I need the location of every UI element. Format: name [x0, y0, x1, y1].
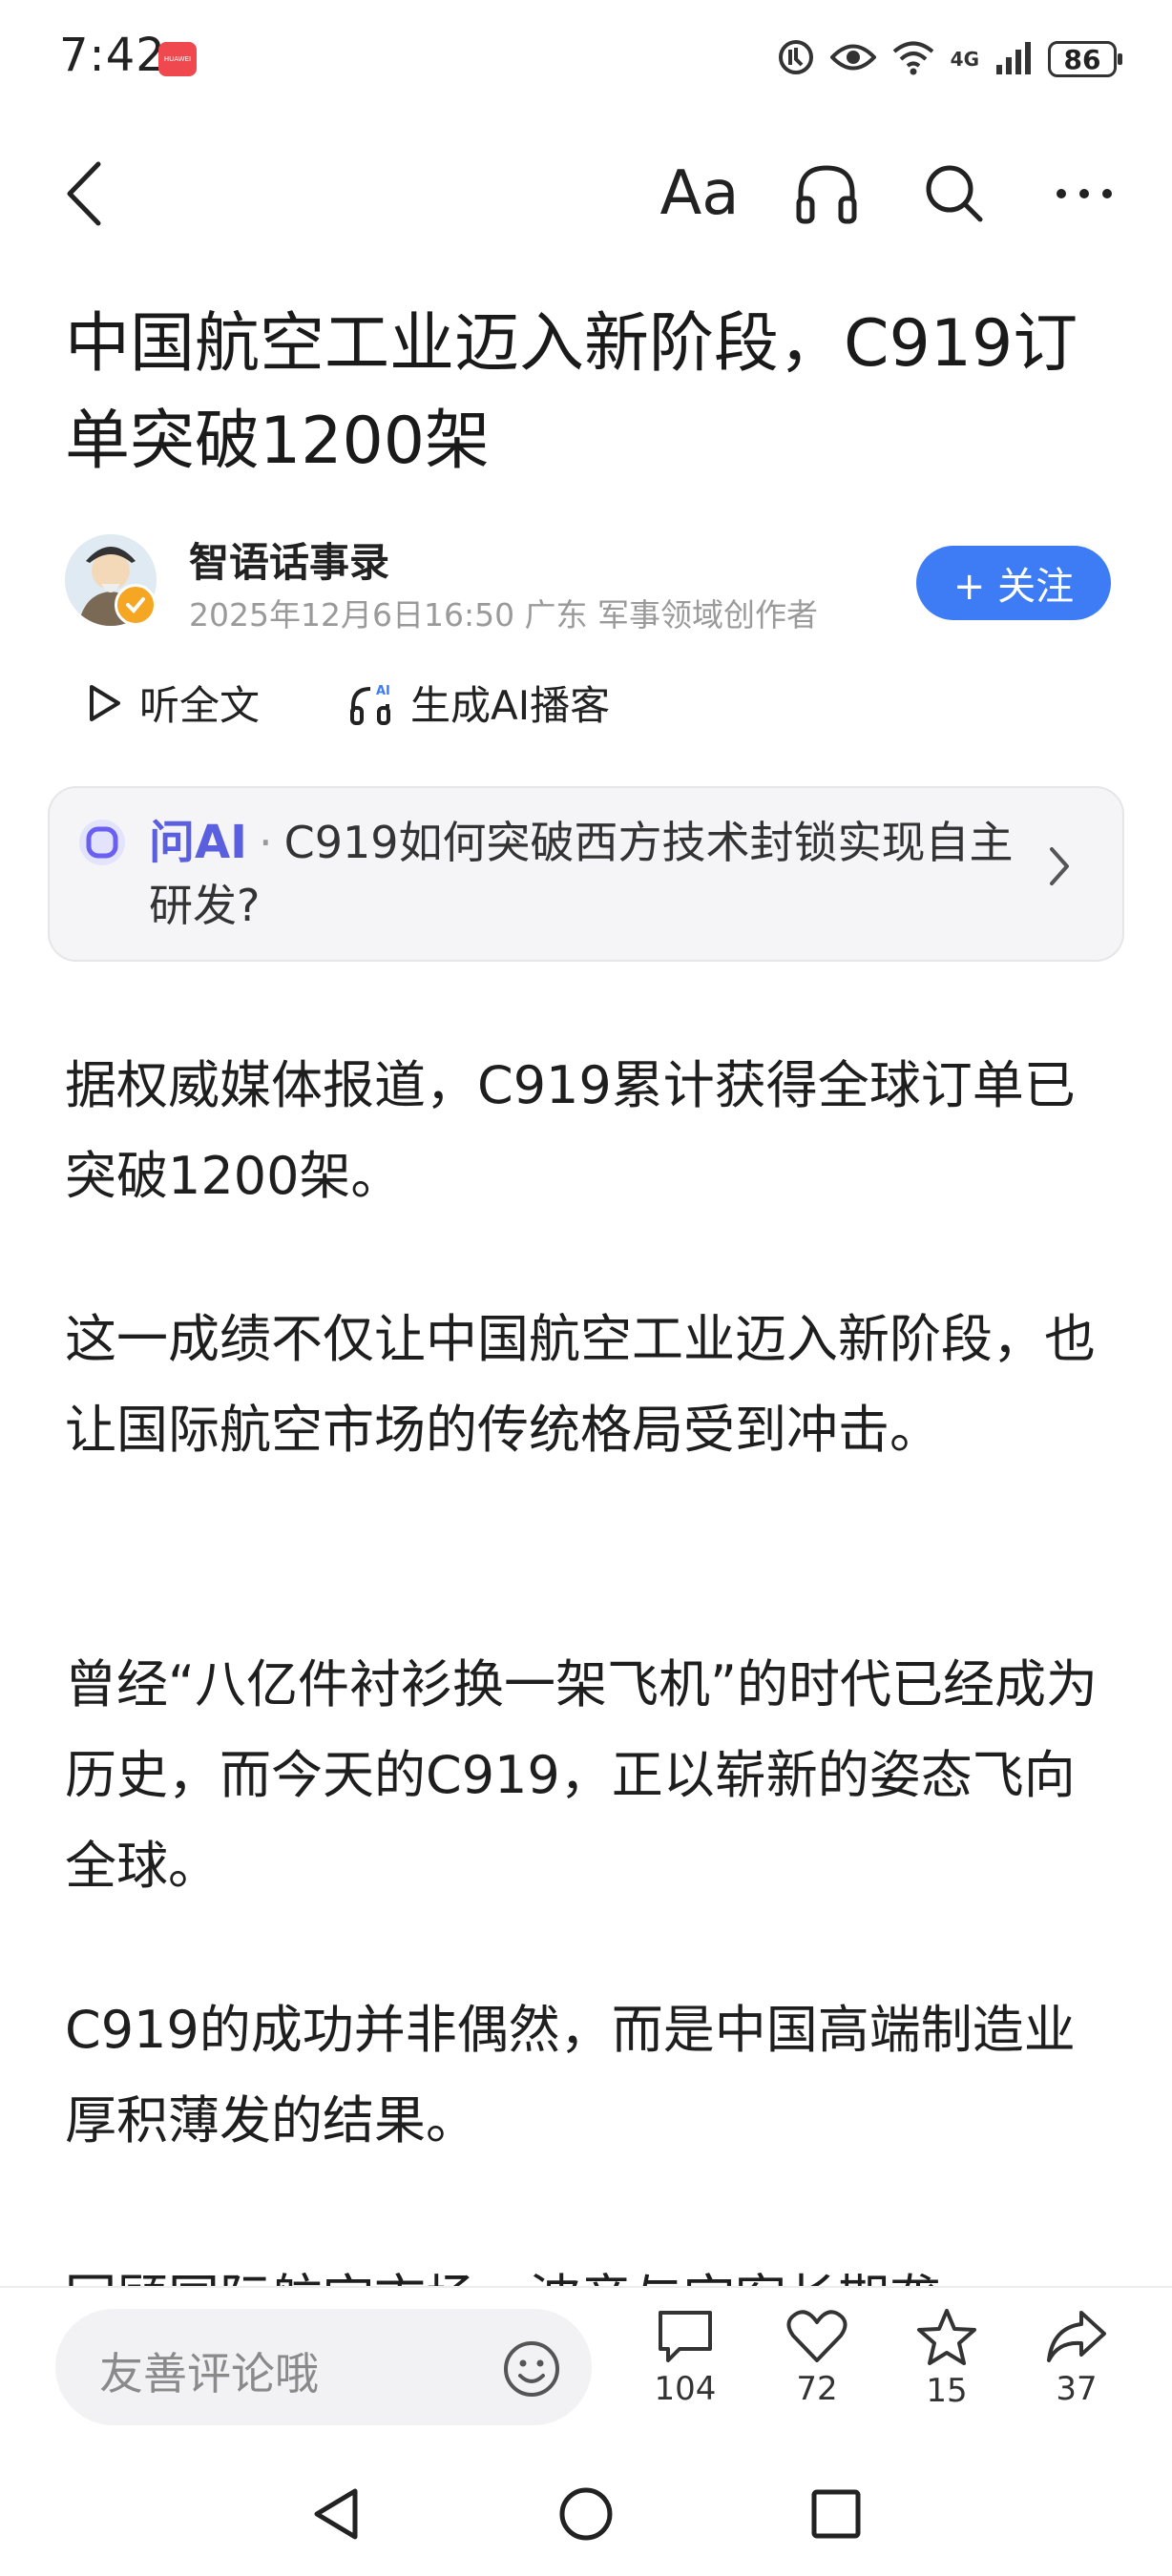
play-icon: [90, 684, 120, 721]
headphones-icon: [796, 165, 857, 224]
comment-count: 104: [654, 2370, 717, 2408]
svg-text:AI: AI: [376, 684, 390, 698]
article-paragraph: 据权威媒体报道，C919累计获得全球订单已突破1200架。: [65, 1055, 1076, 1206]
chevron-right-icon[interactable]: [1048, 845, 1071, 891]
circle-home-icon: [559, 2487, 613, 2541]
font-size-icon: Aa: [659, 158, 740, 229]
share-button[interactable]: 37: [1019, 2307, 1134, 2408]
like-count: 72: [796, 2370, 838, 2408]
triangle-back-icon: [314, 2488, 358, 2540]
system-back-button[interactable]: [298, 2481, 374, 2547]
emoji-button[interactable]: [502, 2339, 561, 2402]
like-button[interactable]: 72: [760, 2307, 874, 2408]
search-icon: [926, 165, 983, 222]
listen-full-button[interactable]: 听全文: [88, 674, 260, 732]
ask-ai-label: 问AI: [149, 816, 248, 869]
ai-podcast-label: 生成AI播客: [410, 682, 611, 729]
search-button[interactable]: [916, 151, 993, 237]
status-time: 7:42: [59, 29, 166, 82]
more-dots-icon: [1057, 189, 1112, 198]
article-paragraph: C919的成功并非偶然，而是中国高端制造业厚积薄发的结果。: [65, 2000, 1076, 2150]
favorite-button[interactable]: 15: [889, 2307, 1004, 2410]
article-paragraph: 这一成绩不仅让中国航空工业迈入新阶段，也让国际航空市场的传统格局受到冲击。: [65, 1309, 1096, 1460]
app-badge-icon: HUAWEI: [158, 42, 197, 76]
author-meta: 2025年12月6日16:50 广东 军事领域创作者: [189, 596, 819, 634]
ask-ai-separator: ·: [259, 817, 273, 868]
back-button[interactable]: [52, 151, 118, 237]
article-paragraph: 曾经“八亿件衬衫换一架飞机”的时代已经成为历史，而今天的C919，正以崭新的姿态…: [65, 1654, 1098, 1896]
article-paragraph: 回顾国际航空市场，波音与空客长期垄: [65, 2254, 1115, 2288]
nfc-icon: [777, 38, 815, 80]
comment-button[interactable]: 104: [628, 2307, 743, 2408]
listen-button[interactable]: [788, 151, 865, 237]
article-title: 中国航空工业迈入新阶段，C919订单突破1200架: [65, 306, 1078, 479]
listen-full-label: 听全文: [139, 682, 261, 729]
ai-headphones-icon: AI: [350, 684, 390, 725]
square-recents-icon: [811, 2489, 861, 2539]
system-recents-button[interactable]: [798, 2481, 874, 2547]
status-icons: 4G 86: [777, 34, 1122, 84]
follow-button[interactable]: + 关注: [916, 546, 1111, 620]
ask-ai-question[interactable]: 问AI · C919如何突破西方技术封锁实现自主研发?: [149, 811, 1036, 937]
star-icon: [917, 2309, 976, 2365]
battery-icon: 86: [1048, 41, 1122, 77]
verified-badge-icon: [115, 584, 157, 626]
system-home-button[interactable]: [548, 2481, 624, 2547]
network-type: 4G: [950, 48, 979, 71]
more-button[interactable]: [1046, 151, 1122, 237]
share-arrow-icon: [1047, 2311, 1106, 2362]
wifi-icon: [891, 39, 935, 79]
share-count: 37: [1056, 2370, 1098, 2408]
author-name[interactable]: 智语话事录: [189, 530, 389, 589]
eye-comfort-icon: [828, 41, 877, 77]
font-size-button[interactable]: Aa: [659, 151, 741, 237]
emoji-icon: [504, 2341, 559, 2397]
ai-logo-icon: [76, 817, 128, 868]
comment-placeholder: 友善评论哦: [99, 2348, 319, 2399]
favorite-count: 15: [926, 2372, 968, 2410]
signal-icon: [994, 40, 1033, 78]
back-arrow-icon: [67, 161, 101, 226]
heart-icon: [786, 2310, 848, 2362]
comment-bubble-icon: [659, 2311, 712, 2362]
ai-podcast-button[interactable]: AI 生成AI播客: [349, 674, 610, 732]
